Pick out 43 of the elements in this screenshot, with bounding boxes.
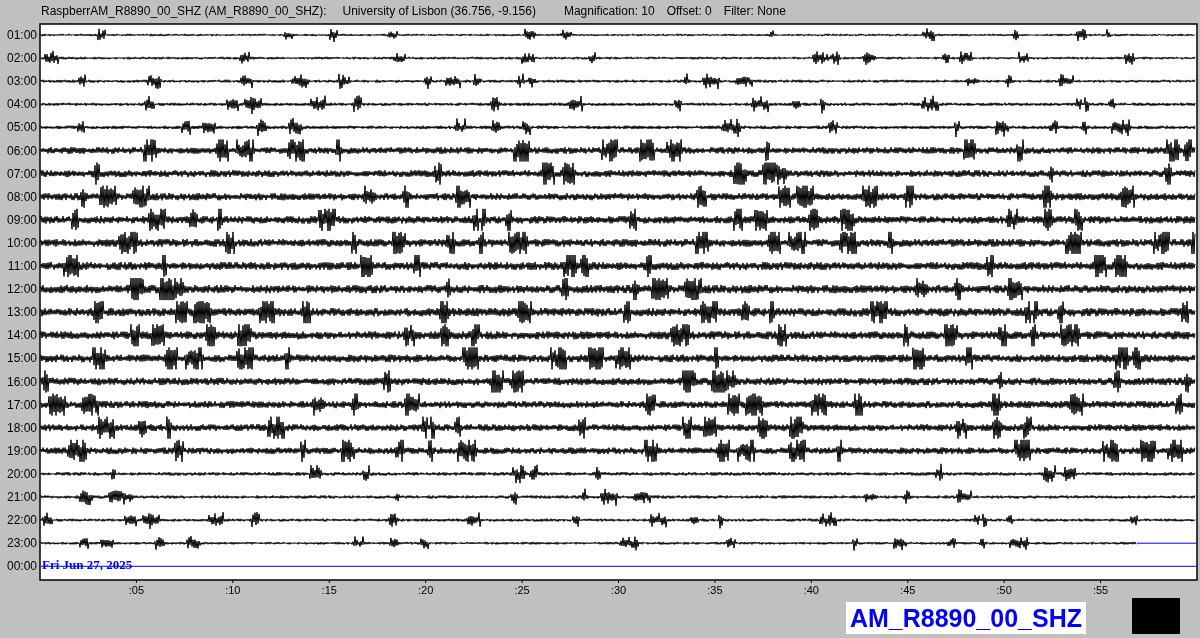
hour-label: 16:00 — [6, 374, 37, 389]
minute-tick-label: :10 — [225, 584, 241, 596]
minute-tick-label: :50 — [996, 584, 1012, 596]
hour-label: 20:00 — [6, 466, 37, 481]
hour-label: 15:00 — [6, 351, 37, 366]
hour-label: 07:00 — [6, 166, 37, 181]
hour-label: 08:00 — [6, 189, 37, 204]
hour-label: 17:00 — [6, 397, 37, 412]
minute-tick-label: :05 — [128, 584, 145, 596]
hour-label: 06:00 — [6, 143, 37, 158]
hour-label: 21:00 — [6, 490, 37, 504]
station-location: University of Lisbon (36.756, -9.156) — [342, 3, 536, 20]
minute-tick-label: :15 — [321, 584, 337, 596]
minute-tick-label: :35 — [707, 584, 723, 596]
filter-value: Filter: None — [723, 3, 786, 20]
pending-line — [1136, 542, 1197, 544]
minute-tick-label: :20 — [418, 584, 434, 596]
hour-label: 04:00 — [6, 97, 37, 112]
station-code-label: AM_R8890_00_SHZ — [845, 602, 1086, 634]
hour-label: 11:00 — [7, 259, 37, 273]
hour-label: 03:00 — [6, 74, 37, 89]
magnification-value: Magnification: 10 — [563, 3, 655, 20]
hour-label: 13:00 — [6, 305, 37, 320]
hour-label: 10:00 — [6, 235, 37, 250]
hour-label: 22:00 — [6, 513, 37, 528]
offset-value: Offset: 0 — [666, 3, 712, 20]
hour-label: 02:00 — [6, 51, 37, 66]
hour-label: 14:00 — [6, 328, 37, 343]
station-name: RaspberrAM_R8890_00_SHZ (AM_R8890_00_SHZ): — [41, 3, 327, 20]
hour-label: 00:00 — [6, 559, 37, 574]
minute-tick-label: :30 — [610, 584, 627, 596]
minute-tick-label: :55 — [1092, 584, 1109, 596]
minute-tick-label: :40 — [803, 584, 819, 596]
minute-tick-label: :45 — [900, 584, 916, 596]
status-square — [1132, 598, 1180, 634]
minute-tick-label: :25 — [514, 584, 530, 596]
hour-label: 23:00 — [6, 536, 37, 551]
hour-label: 01:00 — [6, 28, 37, 42]
hour-label: 12:00 — [6, 282, 37, 297]
hour-label: 18:00 — [6, 420, 37, 435]
hour-label: 19:00 — [6, 443, 37, 458]
hour-label: 05:00 — [6, 120, 37, 135]
hour-label: 09:00 — [6, 212, 37, 227]
